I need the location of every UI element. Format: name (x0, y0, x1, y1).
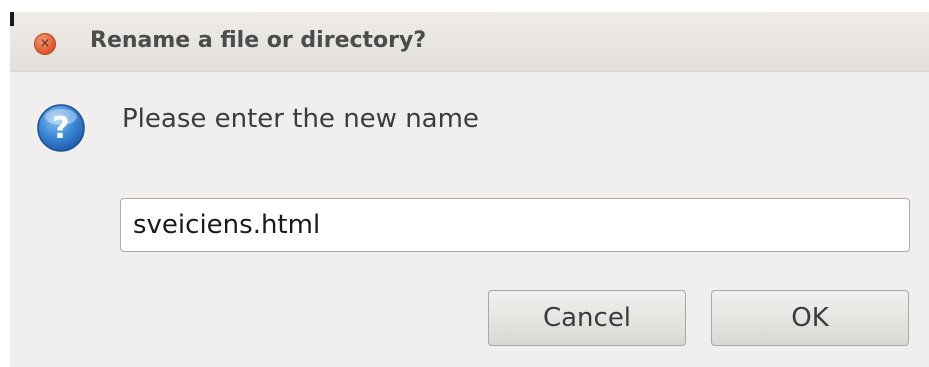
question-icon: ? (37, 104, 85, 152)
prompt-text: Please enter the new name (122, 104, 479, 134)
new-name-input[interactable] (120, 198, 910, 252)
window-corner (10, 12, 14, 26)
ok-button[interactable]: OK (711, 290, 909, 346)
rename-dialog: × Rename a file or directory? ? Please e… (10, 12, 929, 367)
svg-text:?: ? (52, 111, 69, 146)
dialog-title: Rename a file or directory? (90, 28, 427, 53)
close-button[interactable]: × (34, 33, 56, 55)
title-bar: × Rename a file or directory? (10, 12, 929, 72)
close-icon: × (39, 36, 51, 51)
cancel-button[interactable]: Cancel (488, 290, 686, 346)
